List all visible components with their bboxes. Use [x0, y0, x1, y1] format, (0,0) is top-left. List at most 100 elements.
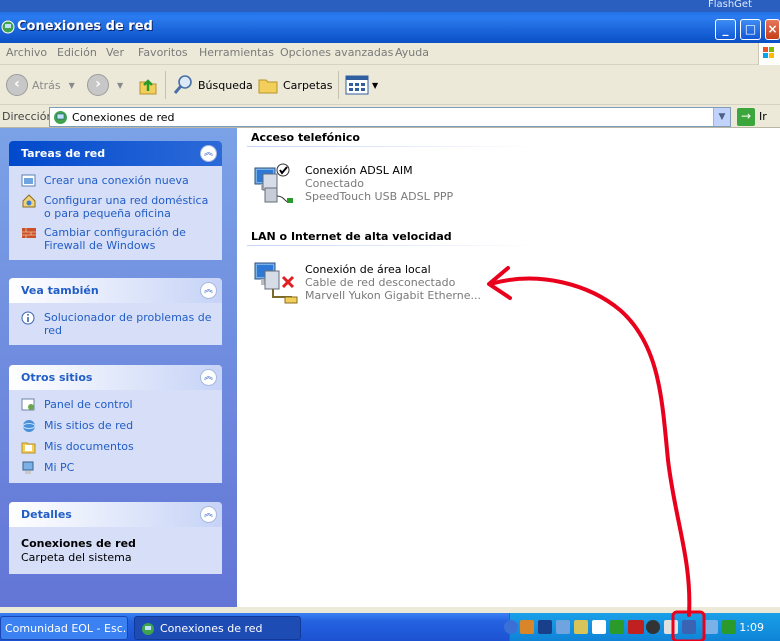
see-also-troubleshooter[interactable]: Solucionador de problemas de red — [21, 311, 214, 337]
toolbar: ‹ Atrás ▼ › ▼ Búsqueda Carpetas ▼ — [0, 65, 780, 105]
taskbar-button-comunidad[interactable]: Comunidad EOL - Esc... — [0, 616, 128, 640]
folders-icon — [258, 79, 278, 94]
speaker-tray-icon[interactable] — [646, 620, 660, 634]
network-disconnected-tray-icon[interactable] — [682, 620, 696, 634]
network-places-icon — [22, 420, 36, 432]
place-network-places[interactable]: Mis sitios de red — [21, 419, 214, 433]
address-value: Conexiones de red — [72, 111, 175, 124]
task-pane: Tareas de red ︽ Crear una conexión nueva… — [0, 128, 237, 607]
place-label: Mis sitios de red — [44, 419, 134, 432]
connection-name: Conexión ADSL AIM — [305, 164, 413, 177]
place-my-computer[interactable]: Mi PC — [21, 461, 214, 475]
search-button[interactable]: Búsqueda — [172, 73, 253, 97]
connection-name: Conexión de área local — [305, 263, 431, 276]
taskbar-button-label: Conexiones de red — [160, 622, 263, 635]
views-dropdown-icon[interactable]: ▼ — [372, 81, 378, 90]
place-my-documents[interactable]: Mis documentos — [21, 440, 214, 454]
folders-button[interactable]: Carpetas — [257, 73, 332, 97]
task-firewall[interactable]: Cambiar configuración de Firewall de Win… — [21, 226, 214, 252]
back-button[interactable]: ‹ Atrás ▼ — [6, 73, 75, 97]
close-button[interactable]: × — [765, 19, 780, 40]
details-panel: Detalles ︽ Conexiones de red Carpeta del… — [9, 502, 222, 574]
window-title: Conexiones de red — [17, 19, 153, 34]
forward-dropdown-icon[interactable]: ▼ — [117, 81, 123, 90]
group-divider — [247, 146, 537, 147]
ati-tray-icon[interactable] — [628, 620, 644, 634]
menu-favoritos[interactable]: Favoritos — [138, 46, 188, 59]
search-icon — [173, 75, 192, 94]
menu-ver[interactable]: Ver — [106, 46, 124, 59]
minimize-button[interactable]: _ — [715, 19, 736, 40]
see-also-header[interactable]: Vea también ︽ — [9, 278, 222, 303]
app-tray-icon[interactable] — [664, 620, 678, 634]
address-dropdown-icon[interactable]: ▼ — [713, 108, 730, 126]
title-bar[interactable]: FlashGet Conexiones de red _ □ × — [0, 0, 780, 43]
connection-adsl[interactable]: Conexión ADSL AIM Conectado SpeedTouch U… — [251, 160, 491, 208]
back-dropdown-icon[interactable]: ▼ — [69, 81, 75, 90]
details-header[interactable]: Detalles ︽ — [9, 502, 222, 527]
windows-logo-icon — [758, 43, 780, 65]
details-name: Conexiones de red — [21, 537, 136, 550]
collapse-chevron-icon[interactable]: ︽ — [200, 145, 217, 162]
app-tray-icon[interactable] — [722, 620, 736, 634]
group-header-dialup: Acceso telefónico — [251, 131, 360, 144]
firewall-icon — [22, 228, 36, 238]
menu-edicion[interactable]: Edición — [57, 46, 97, 59]
task-home-network[interactable]: Configurar una red doméstica o para pequ… — [21, 194, 214, 220]
details-title: Detalles — [21, 508, 72, 521]
up-folder-button[interactable] — [137, 73, 159, 97]
network-connections-icon — [142, 623, 154, 635]
other-places-title: Otros sitios — [21, 371, 93, 384]
see-also-panel: Vea también ︽ Solucionador de problemas … — [9, 278, 222, 345]
flashget-label: FlashGet — [707, 0, 752, 10]
back-label: Atrás — [32, 78, 61, 92]
connection-status: Conectado — [305, 177, 364, 190]
task-create-connection[interactable]: Crear una conexión nueva — [21, 174, 214, 188]
place-label: Panel de control — [44, 398, 133, 411]
group-divider — [247, 245, 537, 246]
network-tray-icon[interactable] — [704, 620, 718, 634]
other-places-panel: Otros sitios ︽ Panel de control Mis siti… — [9, 365, 222, 483]
flashget-tray-icon[interactable] — [520, 620, 534, 634]
connection-device: SpeedTouch USB ADSL PPP — [305, 190, 454, 203]
meter-tray-icon[interactable] — [610, 620, 624, 634]
collapse-chevron-icon[interactable]: ︽ — [200, 369, 217, 386]
my-computer-icon — [22, 461, 34, 474]
search-label: Búsqueda — [198, 78, 253, 92]
home-network-icon — [22, 194, 36, 208]
views-button[interactable]: ▼ — [345, 73, 378, 97]
toolbar-separator — [338, 71, 339, 99]
task-label: Configurar una red doméstica o para pequ… — [44, 194, 209, 220]
app-tray-icon[interactable] — [592, 620, 606, 634]
address-bar: Dirección Conexiones de red ▼ → Ir — [0, 106, 780, 128]
b-tray-icon[interactable] — [538, 620, 552, 634]
tray-expand-icon[interactable] — [504, 620, 518, 634]
connection-local-area[interactable]: Conexión de área local Cable de red desc… — [251, 259, 491, 307]
place-control-panel[interactable]: Panel de control — [21, 398, 214, 412]
address-input[interactable]: Conexiones de red ▼ — [49, 107, 731, 127]
taskbar-button-conexiones[interactable]: Conexiones de red — [134, 616, 301, 640]
folders-label: Carpetas — [283, 78, 333, 92]
connection-device: Marvell Yukon Gigabit Etherne... — [305, 289, 481, 302]
other-places-header[interactable]: Otros sitios ︽ — [9, 365, 222, 390]
place-label: Mi PC — [44, 461, 75, 474]
maximize-button[interactable]: □ — [740, 19, 761, 40]
network-tasks-header[interactable]: Tareas de red ︽ — [9, 141, 222, 166]
menu-archivo[interactable]: Archivo — [6, 46, 47, 59]
go-button[interactable]: Ir — [759, 110, 767, 123]
menu-ayuda[interactable]: Ayuda — [395, 46, 429, 59]
menu-herramientas[interactable]: Herramientas — [199, 46, 274, 59]
network-connections-icon — [54, 111, 67, 124]
address-label: Dirección — [2, 110, 54, 123]
app-tray-icon[interactable] — [574, 620, 588, 634]
details-type: Carpeta del sistema — [21, 551, 132, 564]
system-tray: 1:09 — [504, 613, 780, 641]
go-arrow-icon[interactable]: → — [737, 108, 755, 126]
app-tray-icon[interactable] — [556, 620, 570, 634]
forward-button[interactable]: › ▼ — [87, 73, 123, 97]
collapse-chevron-icon[interactable]: ︽ — [200, 506, 217, 523]
collapse-chevron-icon[interactable]: ︽ — [200, 282, 217, 299]
menu-opciones-avanzadas[interactable]: Opciones avanzadas — [280, 46, 393, 59]
taskbar: Comunidad EOL - Esc... Conexiones de red… — [0, 613, 780, 641]
back-arrow-icon: ‹ — [6, 74, 28, 96]
